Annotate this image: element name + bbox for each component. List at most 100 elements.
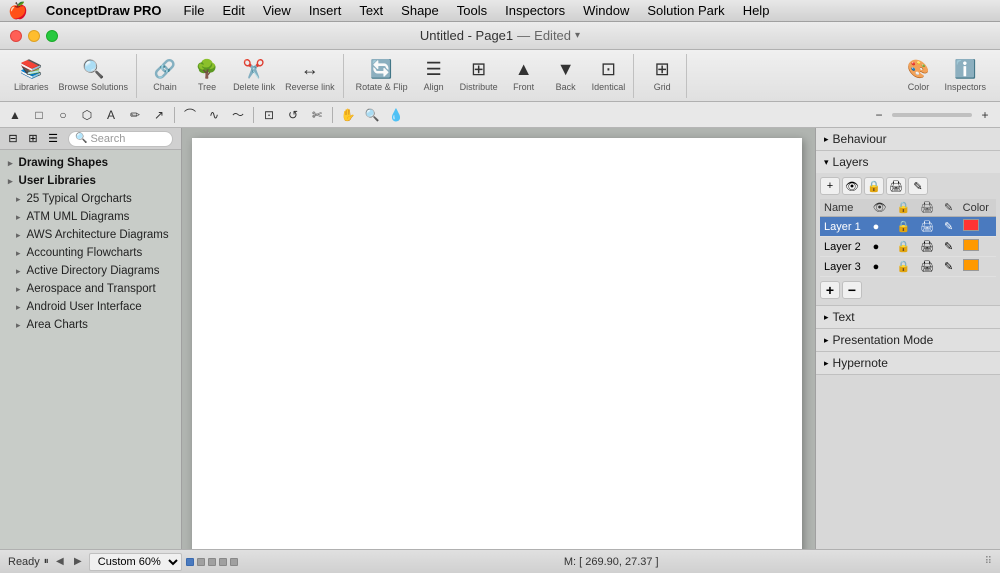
add-layer-button[interactable]: + bbox=[820, 281, 840, 299]
behaviour-header[interactable]: ▸ Behaviour bbox=[816, 128, 1000, 150]
arc-tool[interactable]: ⌒ bbox=[179, 105, 201, 125]
hypernote-header[interactable]: ▸ Hypernote bbox=[816, 352, 1000, 374]
crop-tool[interactable]: ✄ bbox=[306, 105, 328, 125]
close-button[interactable] bbox=[10, 30, 22, 42]
sidebar-item-active-directory[interactable]: ▸ Active Directory Diagrams bbox=[0, 262, 181, 280]
layer-visible[interactable]: ● bbox=[869, 257, 893, 277]
page-dot-1[interactable] bbox=[186, 558, 194, 566]
layer-lock[interactable]: 🔒 bbox=[892, 237, 916, 257]
menu-insert[interactable]: Insert bbox=[301, 1, 350, 20]
inspectors-button[interactable]: ℹ️ Inspectors bbox=[940, 54, 990, 98]
circle-tool[interactable]: ○ bbox=[52, 105, 74, 125]
sidebar-toggle-button[interactable]: ⊟ bbox=[4, 130, 22, 148]
select-tool[interactable]: ▲ bbox=[4, 105, 26, 125]
page-dot-2[interactable] bbox=[197, 558, 205, 566]
resize-handle-icon[interactable]: ⠿ bbox=[985, 556, 992, 567]
front-button[interactable]: ▲ Front bbox=[504, 54, 544, 98]
libraries-button[interactable]: 📚 Libraries bbox=[10, 54, 53, 98]
eyedropper-tool[interactable]: 💧 bbox=[385, 105, 407, 125]
sidebar-item-android[interactable]: ▸ Android User Interface bbox=[0, 298, 181, 316]
shape-tool[interactable]: ⬡ bbox=[76, 105, 98, 125]
sidebar-item-aerospace[interactable]: ▸ Aerospace and Transport bbox=[0, 280, 181, 298]
pen-tool[interactable]: ✏ bbox=[124, 105, 146, 125]
layer-print[interactable]: 🖨 bbox=[916, 257, 940, 277]
layers-add-layer-icon[interactable]: + bbox=[820, 177, 840, 195]
rotate-tool[interactable]: ↺ bbox=[282, 105, 304, 125]
layer-color[interactable] bbox=[959, 217, 996, 237]
app-name[interactable]: ConceptDraw PRO bbox=[38, 1, 170, 20]
menu-solution-park[interactable]: Solution Park bbox=[639, 1, 732, 20]
menu-help[interactable]: Help bbox=[735, 1, 778, 20]
menu-tools[interactable]: Tools bbox=[449, 1, 495, 20]
delete-link-button[interactable]: ✂️ Delete link bbox=[229, 54, 279, 98]
sidebar-item-accounting[interactable]: ▸ Accounting Flowcharts bbox=[0, 244, 181, 262]
layer-edit[interactable]: ✎ bbox=[940, 237, 959, 257]
sidebar-item-aws[interactable]: ▸ AWS Architecture Diagrams bbox=[0, 226, 181, 244]
menu-view[interactable]: View bbox=[255, 1, 299, 20]
minimize-button[interactable] bbox=[28, 30, 40, 42]
page-dot-5[interactable] bbox=[230, 558, 238, 566]
menu-shape[interactable]: Shape bbox=[393, 1, 447, 20]
zoom-tool[interactable]: 🔍 bbox=[361, 105, 383, 125]
apple-menu[interactable]: 🍎 bbox=[8, 1, 28, 21]
sidebar-item-drawing-shapes[interactable]: ▸ Drawing Shapes bbox=[0, 154, 181, 172]
layer-print[interactable]: 🖨 bbox=[916, 217, 940, 237]
freehand-tool[interactable]: 〜 bbox=[227, 105, 249, 125]
grid-button[interactable]: ⊞ Grid bbox=[642, 54, 682, 98]
next-page-button[interactable]: ▶ bbox=[71, 555, 85, 569]
chevron-down-icon[interactable]: ▾ bbox=[575, 30, 580, 41]
scale-tool[interactable]: ⊡ bbox=[258, 105, 280, 125]
sidebar-search[interactable]: 🔍 Search bbox=[68, 131, 173, 147]
connection-tool[interactable]: ↗ bbox=[148, 105, 170, 125]
tree-button[interactable]: 🌳 Tree bbox=[187, 54, 227, 98]
zoom-in-button[interactable]: + bbox=[974, 105, 996, 125]
remove-layer-button[interactable]: − bbox=[842, 281, 862, 299]
sidebar-item-orgcharts[interactable]: ▸ 25 Typical Orgcharts bbox=[0, 190, 181, 208]
zoom-out-button[interactable]: − bbox=[868, 105, 890, 125]
layers-edit-icon[interactable]: ✎ bbox=[908, 177, 928, 195]
sidebar-item-atm-uml[interactable]: ▸ ATM UML Diagrams bbox=[0, 208, 181, 226]
layer-visible[interactable]: ● bbox=[869, 237, 893, 257]
align-button[interactable]: ☰ Align bbox=[414, 54, 454, 98]
zoom-select[interactable]: Custom 60% 25% 50% 75% 100% 150% 200% bbox=[89, 553, 182, 571]
layers-lock-icon[interactable]: 🔒 bbox=[864, 177, 884, 195]
table-row[interactable]: Layer 2 ● 🔒 🖨 ✎ bbox=[820, 237, 996, 257]
sidebar-item-user-libraries[interactable]: ▸ User Libraries bbox=[0, 172, 181, 190]
table-row[interactable]: Layer 1 ● 🔒 🖨 ✎ bbox=[820, 217, 996, 237]
prev-page-button[interactable]: ◀ bbox=[53, 555, 67, 569]
identical-button[interactable]: ⊡ Identical bbox=[588, 54, 630, 98]
layer-color[interactable] bbox=[959, 257, 996, 277]
page-dot-3[interactable] bbox=[208, 558, 216, 566]
sidebar-item-area-charts[interactable]: ▸ Area Charts bbox=[0, 316, 181, 334]
presentation-mode-header[interactable]: ▸ Presentation Mode bbox=[816, 329, 1000, 351]
rect-tool[interactable]: □ bbox=[28, 105, 50, 125]
back-button[interactable]: ▼ Back bbox=[546, 54, 586, 98]
layer-color[interactable] bbox=[959, 237, 996, 257]
layer-lock[interactable]: 🔒 bbox=[892, 217, 916, 237]
layers-print-icon[interactable]: 🖨 bbox=[886, 177, 906, 195]
color-button[interactable]: 🎨 Color bbox=[898, 54, 938, 98]
table-row[interactable]: Layer 3 ● 🔒 🖨 ✎ bbox=[820, 257, 996, 277]
hand-tool[interactable]: ✋ bbox=[337, 105, 359, 125]
menu-inspectors[interactable]: Inspectors bbox=[497, 1, 573, 20]
menu-file[interactable]: File bbox=[176, 1, 213, 20]
menu-window[interactable]: Window bbox=[575, 1, 637, 20]
distribute-button[interactable]: ⊞ Distribute bbox=[456, 54, 502, 98]
sidebar-grid-button[interactable]: ⊞ bbox=[24, 130, 42, 148]
layer-print[interactable]: 🖨 bbox=[916, 237, 940, 257]
zoom-slider[interactable] bbox=[892, 113, 972, 117]
layer-edit[interactable]: ✎ bbox=[940, 217, 959, 237]
text-tool[interactable]: A bbox=[100, 105, 122, 125]
page-dot-4[interactable] bbox=[219, 558, 227, 566]
reverse-link-button[interactable]: ↔ Reverse link bbox=[281, 54, 339, 98]
menu-edit[interactable]: Edit bbox=[214, 1, 252, 20]
layer-lock[interactable]: 🔒 bbox=[892, 257, 916, 277]
canvas-page[interactable] bbox=[192, 138, 802, 549]
maximize-button[interactable] bbox=[46, 30, 58, 42]
sidebar-list-button[interactable]: ☰ bbox=[44, 130, 62, 148]
layer-visible[interactable]: ● bbox=[869, 217, 893, 237]
rotate-flip-button[interactable]: 🔄 Rotate & Flip bbox=[352, 54, 412, 98]
layer-edit[interactable]: ✎ bbox=[940, 257, 959, 277]
bezier-tool[interactable]: ∿ bbox=[203, 105, 225, 125]
chain-button[interactable]: 🔗 Chain bbox=[145, 54, 185, 98]
